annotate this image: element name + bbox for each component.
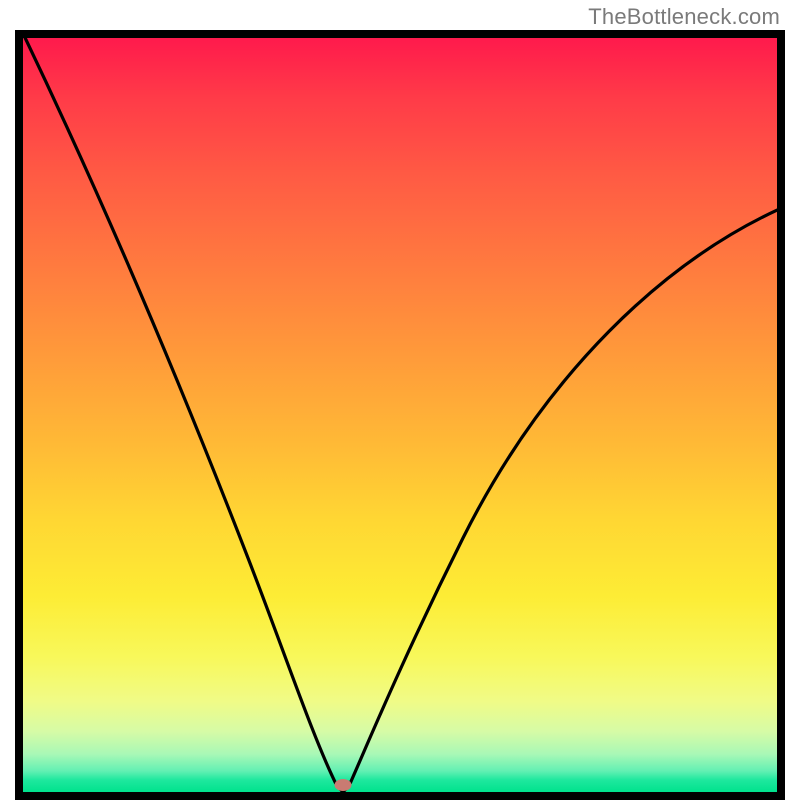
watermark-text: TheBottleneck.com: [588, 4, 780, 30]
curve-svg: [23, 38, 777, 792]
bottleneck-curve-path: [23, 38, 777, 792]
plot-area: [23, 38, 777, 792]
chart-frame: [15, 30, 785, 800]
optimal-marker: [335, 779, 352, 791]
